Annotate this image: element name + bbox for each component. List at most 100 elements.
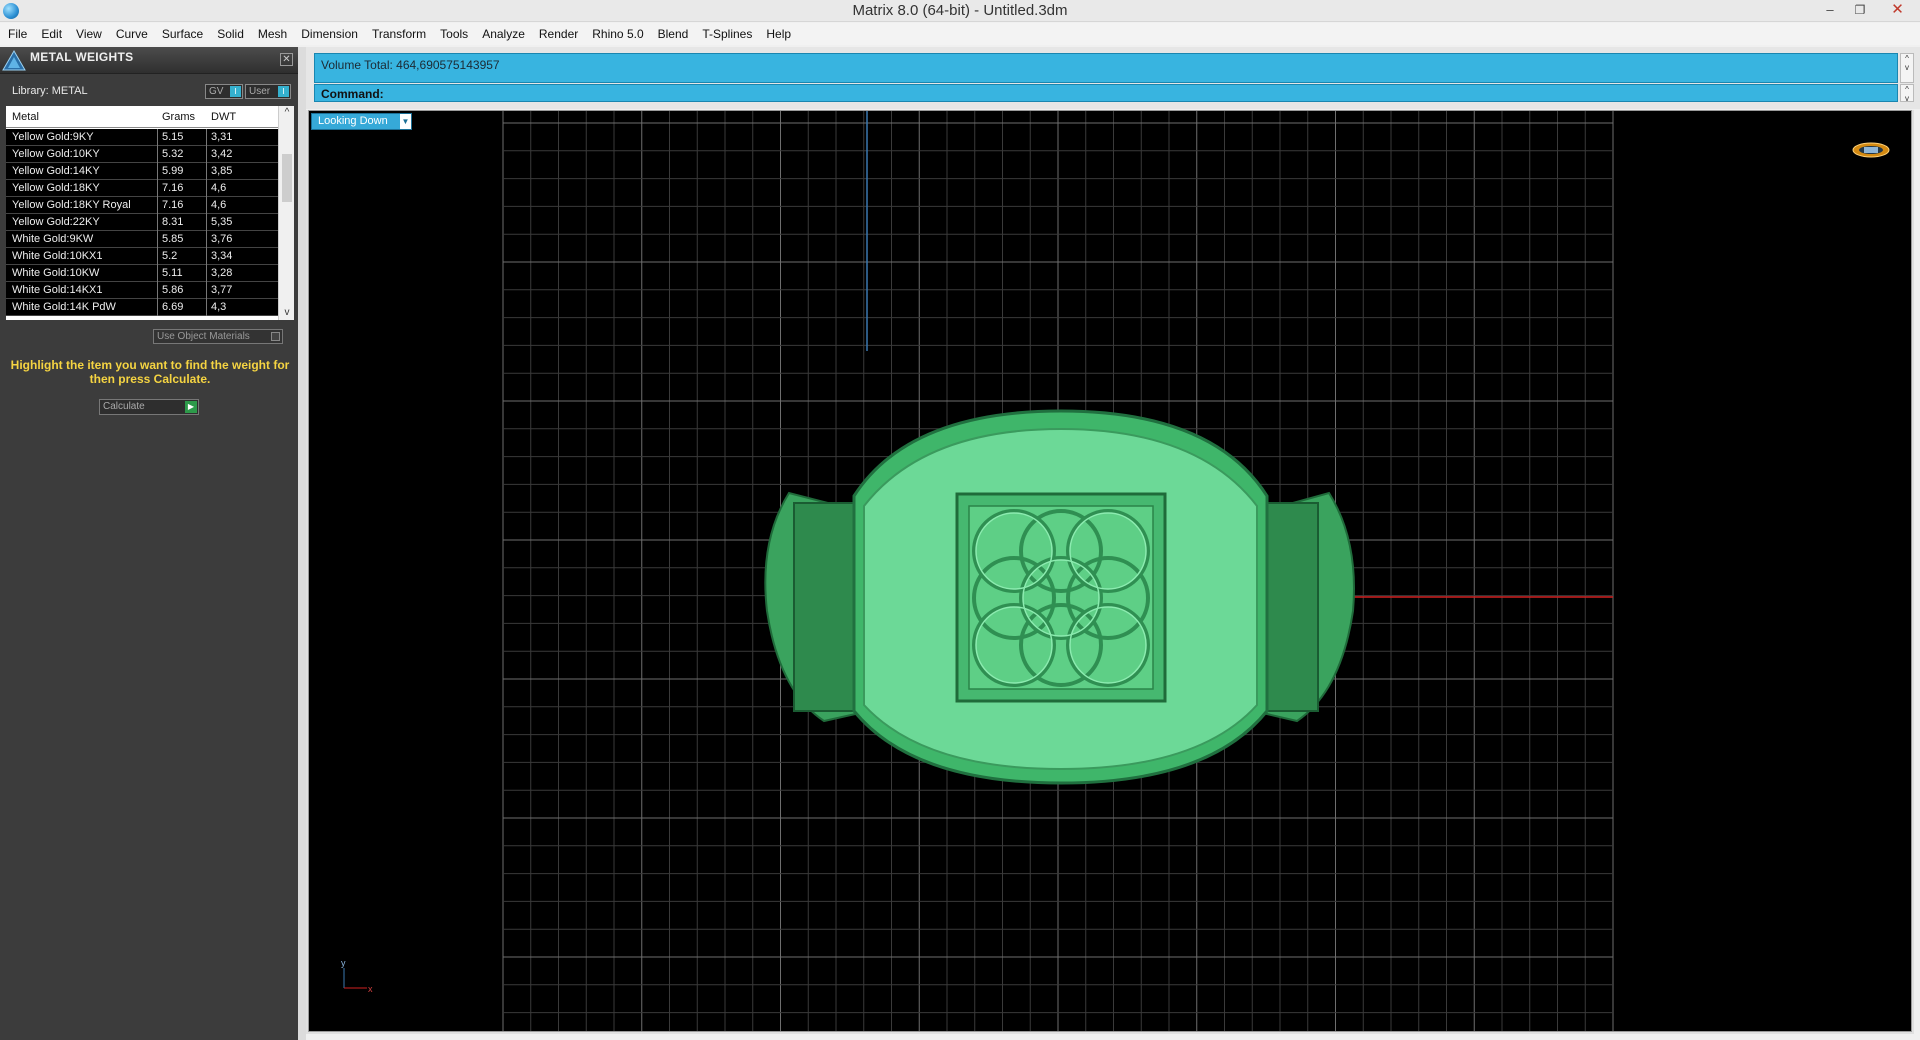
column-divider <box>206 146 207 163</box>
user-toggle-knob: I <box>278 86 289 97</box>
column-divider <box>157 180 158 197</box>
column-divider <box>157 129 158 146</box>
view-selector[interactable]: Looking Down ▼ <box>311 113 412 130</box>
column-divider <box>206 197 207 214</box>
dropdown-arrow-icon[interactable]: ▼ <box>400 114 411 129</box>
viewport-frame: Looking Down ▼ y x <box>306 110 1914 1034</box>
cell-dwt: 3,42 <box>211 148 233 160</box>
scrollbar-thumb[interactable] <box>282 154 292 202</box>
use-object-materials-checkbox[interactable]: Use Object Materials <box>153 329 283 344</box>
command-line[interactable]: Command: <box>314 84 1898 102</box>
library-label: Library: METAL <box>12 85 88 97</box>
calculate-label: Calculate <box>103 401 145 412</box>
checkbox-icon <box>271 332 280 341</box>
column-header-metal[interactable]: Metal <box>12 111 39 123</box>
scroll-down-arrow-icon[interactable]: v <box>279 306 294 320</box>
hint-text: Highlight the item you want to find the … <box>10 358 290 386</box>
top-viewport[interactable]: Looking Down ▼ y x <box>308 110 1912 1032</box>
column-divider <box>157 299 158 316</box>
close-window-button[interactable]: ✕ <box>1875 0 1920 20</box>
matrix-logo-icon <box>2 50 26 71</box>
window-title: Matrix 8.0 (64-bit) - Untitled.3dm <box>852 2 1068 19</box>
cell-grams: 7.16 <box>162 199 184 211</box>
command-history: Volume Total: 464,690575143957 <box>314 53 1898 83</box>
user-toggle[interactable]: User I <box>245 84 291 99</box>
table-row[interactable]: White Gold:10KX1 5.2 3,34 <box>6 248 278 265</box>
table-row[interactable]: Yellow Gold:9KY 5.15 3,31 <box>6 129 278 146</box>
command-scroll-up-icon[interactable]: ^ <box>1901 85 1913 94</box>
column-divider <box>157 146 158 163</box>
table-scrollbar[interactable]: ^ v <box>278 106 294 320</box>
cell-grams: 5.11 <box>162 267 183 279</box>
table-row[interactable]: White Gold:14KX1 5.86 3,77 <box>6 282 278 299</box>
command-scroll-down-icon[interactable]: v <box>1901 94 1913 103</box>
column-divider <box>206 231 207 248</box>
menu-edit[interactable]: Edit <box>34 27 69 41</box>
command-scrollbar[interactable]: ^ v <box>1900 84 1914 103</box>
cell-dwt: 3,77 <box>211 284 233 296</box>
table-row[interactable]: White Gold:14K PdW 6.69 4,3 <box>6 299 278 316</box>
gv-toggle-label: GV <box>209 86 224 97</box>
menu-solid[interactable]: Solid <box>210 27 251 41</box>
table-row[interactable]: Yellow Gold:14KY 5.99 3,85 <box>6 163 278 180</box>
viewport-canvas[interactable] <box>309 111 1911 1031</box>
history-scrollbar[interactable]: ^ v <box>1900 53 1914 83</box>
menu-view[interactable]: View <box>69 27 109 41</box>
cell-grams: 5.86 <box>162 284 184 296</box>
cell-metal: Yellow Gold:22KY <box>12 216 100 228</box>
ring-model[interactable] <box>764 409 1355 785</box>
column-header-grams[interactable]: Grams <box>162 111 195 123</box>
menu-help[interactable]: Help <box>759 27 798 41</box>
panel-header: METAL WEIGHTS ✕ <box>0 47 298 74</box>
view-navigator-icon[interactable] <box>1852 142 1890 158</box>
axis-x-label: x <box>368 984 373 994</box>
cell-metal: Yellow Gold:18KY Royal <box>12 199 131 211</box>
menu-tsplines[interactable]: T-Splines <box>695 27 759 41</box>
ring-shoulder-left <box>793 502 859 712</box>
menu-file[interactable]: File <box>6 27 34 41</box>
metal-table[interactable]: Metal Grams DWT Yellow Gold:9KY 5.15 3,31 Y… <box>6 106 294 320</box>
cell-grams: 5.99 <box>162 165 184 177</box>
table-row[interactable]: Yellow Gold:22KY 8.31 5,35 <box>6 214 278 231</box>
history-scroll-down-icon[interactable]: v <box>1901 63 1913 72</box>
calculate-button[interactable]: Calculate ▶ <box>99 399 199 415</box>
menu-tools[interactable]: Tools <box>433 27 475 41</box>
command-prompt: Command: <box>321 87 384 101</box>
cell-dwt: 3,28 <box>211 267 233 279</box>
cell-metal: Yellow Gold:10KY <box>12 148 100 160</box>
menu-mesh[interactable]: Mesh <box>251 27 294 41</box>
menu-curve[interactable]: Curve <box>109 27 155 41</box>
menu-blend[interactable]: Blend <box>651 27 696 41</box>
column-divider <box>157 231 158 248</box>
column-divider <box>206 282 207 299</box>
column-divider <box>206 129 207 146</box>
menu-dimension[interactable]: Dimension <box>294 27 365 41</box>
scroll-up-arrow-icon[interactable]: ^ <box>279 106 294 120</box>
menu-transform[interactable]: Transform <box>365 27 433 41</box>
table-row[interactable]: Yellow Gold:10KY 5.32 3,42 <box>6 146 278 163</box>
restore-button[interactable]: ❐ <box>1845 0 1875 20</box>
table-row[interactable]: White Gold:9KW 5.85 3,76 <box>6 231 278 248</box>
menu-bar: File Edit View Curve Surface Solid Mesh … <box>0 23 1920 45</box>
menu-surface[interactable]: Surface <box>155 27 210 41</box>
axis-indicator-icon: y x <box>341 958 373 994</box>
table-row[interactable]: White Gold:10KW 5.11 3,28 <box>6 265 278 282</box>
cell-grams: 5.85 <box>162 233 184 245</box>
column-divider <box>206 265 207 282</box>
menu-render[interactable]: Render <box>532 27 585 41</box>
menu-analyze[interactable]: Analyze <box>475 27 532 41</box>
gv-toggle[interactable]: GV I <box>205 84 243 99</box>
panel-splitter[interactable] <box>298 47 306 1040</box>
table-row[interactable]: Yellow Gold:18KY Royal 7.16 4,6 <box>6 197 278 214</box>
panel-close-button[interactable]: ✕ <box>280 53 293 66</box>
command-area: Volume Total: 464,690575143957 ^ v Comma… <box>306 47 1920 109</box>
cell-metal: Yellow Gold:14KY <box>12 165 100 177</box>
table-row[interactable]: Yellow Gold:18KY 7.16 4,6 <box>6 180 278 197</box>
cell-dwt: 4,6 <box>211 199 227 211</box>
column-header-dwt[interactable]: DWT <box>211 111 236 123</box>
menu-rhino[interactable]: Rhino 5.0 <box>585 27 650 41</box>
cell-metal: White Gold:10KX1 <box>12 250 103 262</box>
minimize-button[interactable]: – <box>1815 0 1845 20</box>
history-scroll-up-icon[interactable]: ^ <box>1901 54 1913 63</box>
cell-grams: 5.2 <box>162 250 178 262</box>
